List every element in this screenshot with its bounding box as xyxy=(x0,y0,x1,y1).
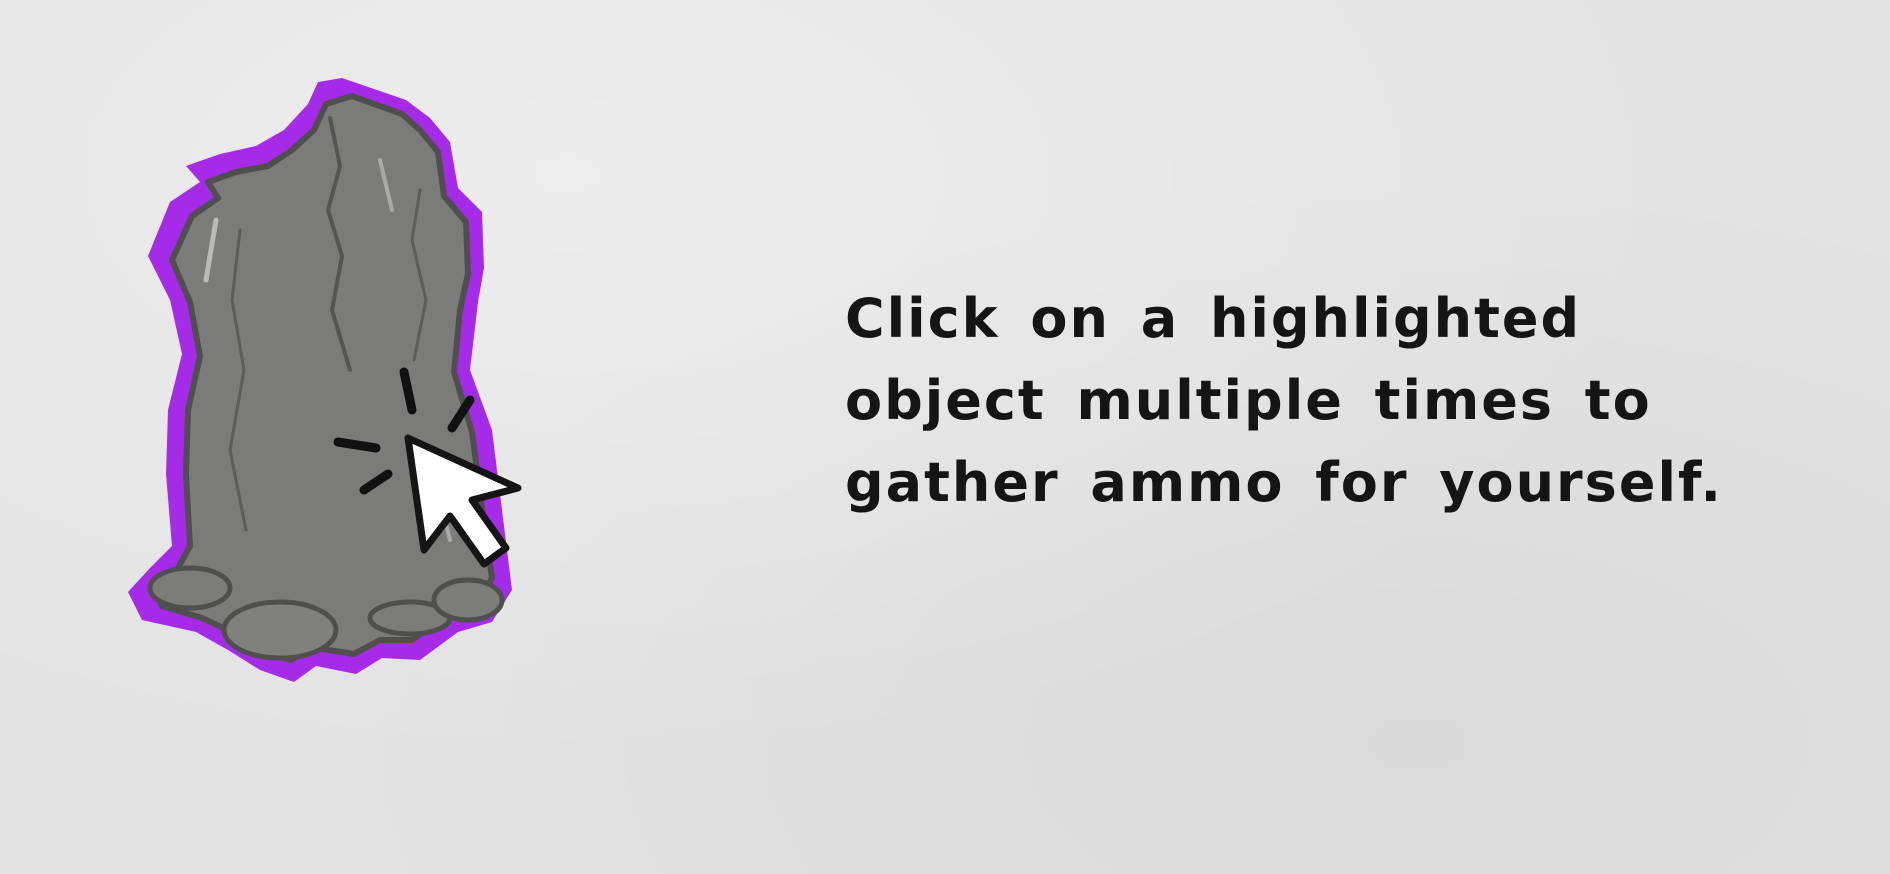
pebble xyxy=(431,577,505,623)
highlighted-rock-object xyxy=(128,78,522,682)
pebble xyxy=(147,565,233,611)
tutorial-illustration xyxy=(120,70,600,730)
pebble xyxy=(221,599,339,661)
tutorial-instruction-text: Click on a highlighted object multiple t… xyxy=(845,287,1724,514)
click-burst-line xyxy=(333,437,381,453)
